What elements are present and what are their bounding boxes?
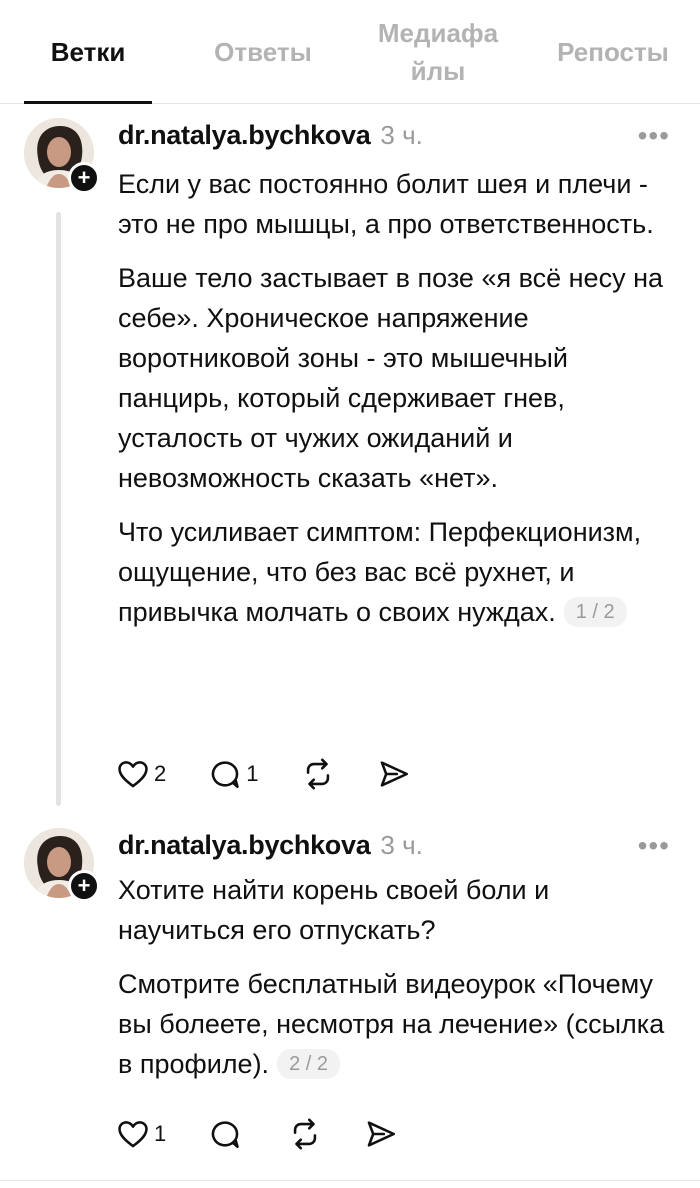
thread-counter-badge: 2 / 2 [277, 1049, 340, 1079]
follow-plus-icon[interactable]: + [68, 870, 100, 902]
thread-counter-badge: 1 / 2 [563, 597, 627, 627]
follow-plus-icon[interactable]: + [68, 162, 100, 194]
more-icon[interactable]: ••• [638, 122, 670, 150]
post-header: dr.natalya.bychkova 3 ч. [118, 120, 423, 151]
post-body: Если у вас постоянно болит шея и плечи -… [118, 164, 678, 646]
like-count: 2 [154, 761, 167, 786]
tab-media[interactable]: Медиафа йлы [368, 0, 508, 104]
repost-icon [306, 758, 329, 790]
reply-count: 1 [246, 761, 259, 786]
thread-connector-line [56, 212, 61, 806]
author-name[interactable]: dr.natalya.bychkova [118, 830, 371, 861]
more-icon[interactable]: ••• [638, 832, 670, 860]
post-paragraph: Если у вас постоянно болит шея и плечи -… [118, 169, 654, 239]
post-paragraph-text: Смотрите бесплатный видеоурок «Почему вы… [118, 969, 665, 1079]
post-header: dr.natalya.bychkova 3 ч. [118, 830, 423, 861]
tab-reposts[interactable]: Репосты [546, 0, 680, 104]
repost-icon [294, 1118, 317, 1150]
heart-icon [118, 761, 148, 788]
tab-replies[interactable]: Ответы [196, 0, 330, 104]
comment-icon [211, 761, 239, 789]
like-button[interactable]: 2 [116, 757, 166, 791]
send-icon [367, 1121, 396, 1147]
share-button[interactable] [364, 1117, 398, 1151]
active-tab-indicator [24, 101, 152, 104]
post-actions: 1 [116, 1114, 440, 1154]
post-body: Хотите найти корень своей боли и научить… [118, 870, 678, 1098]
feed-divider [0, 1180, 700, 1181]
post-paragraph: Что усиливает симптом: Перфекционизм, ощ… [118, 512, 678, 632]
profile-tabs: Ветки Ответы Медиафа йлы Репосты [0, 0, 700, 104]
like-button[interactable]: 1 [116, 1117, 166, 1151]
repost-button[interactable] [301, 757, 335, 791]
post-paragraph: Смотрите бесплатный видеоурок «Почему вы… [118, 964, 678, 1084]
post-time: 3 ч. [380, 120, 423, 150]
share-button[interactable] [377, 757, 411, 791]
comment-icon [211, 1121, 239, 1149]
post-time: 3 ч. [380, 830, 423, 860]
repost-button[interactable] [288, 1117, 322, 1151]
like-count: 1 [154, 1121, 167, 1146]
tab-media-label: Медиафа йлы [377, 18, 499, 86]
post-paragraph: Хотите найти корень своей боли и научить… [118, 875, 550, 945]
reply-button[interactable] [208, 1117, 246, 1151]
post-actions: 2 1 [116, 754, 453, 794]
reply-button[interactable]: 1 [208, 757, 259, 791]
heart-icon [118, 1121, 148, 1148]
post-paragraph-text: Что усиливает симптом: Перфекционизм, ощ… [118, 517, 642, 627]
post-paragraph: Ваше тело застывает в позе «я всё несу н… [118, 263, 663, 493]
send-icon [380, 761, 408, 787]
author-name[interactable]: dr.natalya.bychkova [118, 120, 371, 151]
tab-threads[interactable]: Ветки [24, 0, 152, 104]
